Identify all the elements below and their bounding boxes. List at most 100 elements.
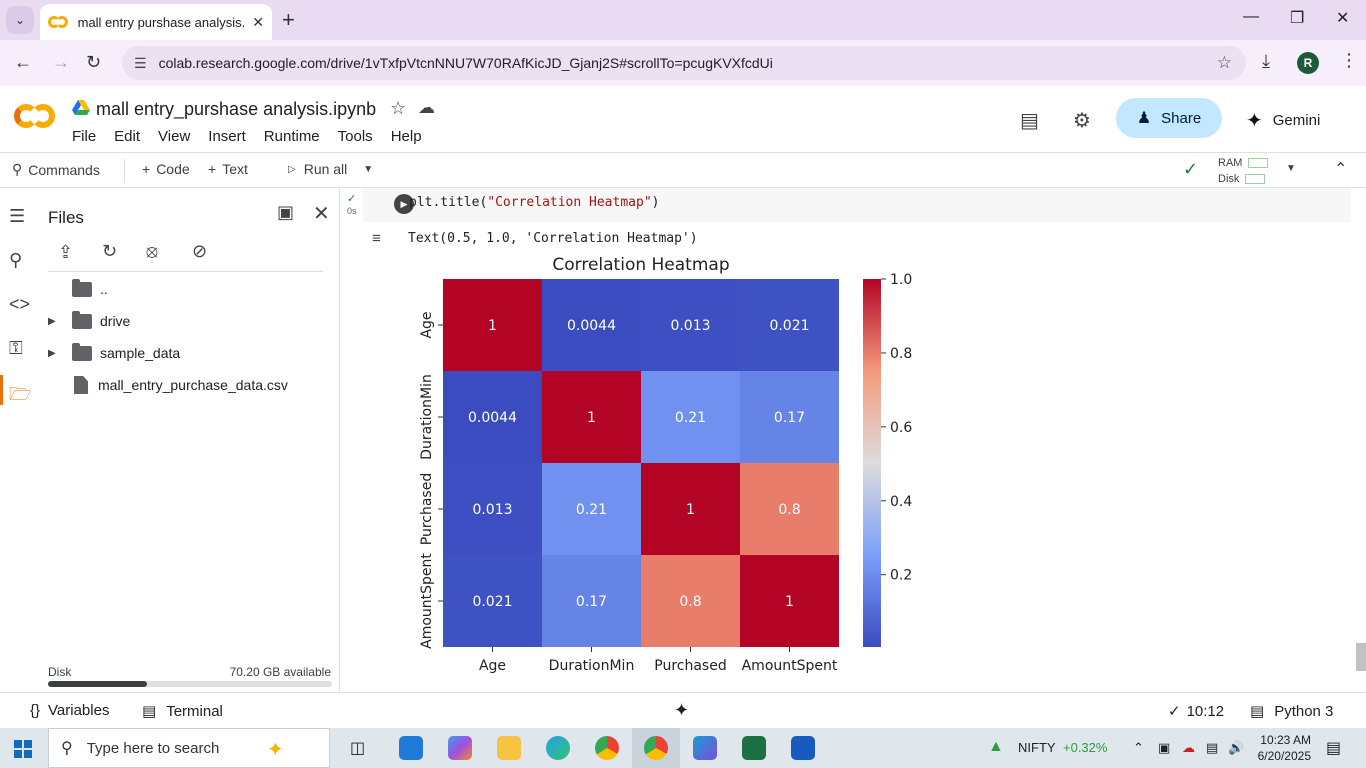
m365-icon[interactable] — [693, 736, 717, 760]
menu-tools[interactable]: Tools — [338, 128, 373, 145]
upload-file-icon[interactable]: ⇪ — [58, 242, 73, 263]
code-cell[interactable]: ▶ plt.title("Correlation Heatmap") — [363, 188, 1351, 222]
tree-item-drive[interactable]: ▶ drive — [48, 309, 130, 333]
nifty-label[interactable]: NIFTY — [1018, 740, 1056, 755]
add-text-button[interactable]: + Text — [208, 161, 248, 177]
check-icon: ✓ — [1168, 703, 1181, 720]
search-icon: ⚲ — [61, 740, 73, 757]
menu-edit[interactable]: Edit — [114, 128, 140, 145]
menu-runtime[interactable]: Runtime — [264, 128, 320, 145]
new-tab-icon[interactable]: + — [282, 8, 295, 32]
microsoft-store-icon[interactable] — [399, 736, 423, 760]
run-all-button[interactable]: ▷ Run all ▼ — [288, 161, 373, 177]
url-bar[interactable]: ☰ colab.research.google.com/drive/1vTxfp… — [122, 46, 1246, 80]
menu-view[interactable]: View — [158, 128, 190, 145]
colab-logo-icon[interactable] — [14, 102, 56, 130]
ram-label: RAM — [1218, 157, 1243, 169]
x-tick-label: DurationMin — [549, 658, 635, 674]
forward-icon[interactable]: → — [52, 52, 70, 73]
tree-item-label: sample_data — [100, 345, 181, 361]
close-window-icon[interactable]: ✕ — [1336, 8, 1349, 28]
windows-start-icon[interactable] — [14, 740, 32, 758]
runtime-icon: ▤ — [1250, 703, 1265, 720]
tab-search-chevron-icon[interactable]: ⌄ — [6, 6, 34, 34]
runtime-dropdown-icon[interactable]: ▼ — [1286, 163, 1296, 174]
share-button[interactable]: ♟ Share — [1116, 98, 1222, 138]
volume-icon[interactable]: 🔊 — [1228, 740, 1244, 756]
onedrive-icon[interactable]: ☁ — [1182, 740, 1195, 756]
nifty-change[interactable]: +0.32% — [1063, 740, 1107, 755]
heatmap-cell-label: 0.8 — [679, 594, 701, 610]
variables-button[interactable]: {} Variables — [30, 702, 109, 719]
collapse-header-icon[interactable]: ⌃ — [1334, 159, 1347, 179]
hide-files-icon[interactable]: ⊘ — [192, 241, 207, 262]
notebook-title[interactable]: mall entry_purshase analysis.ipynb — [96, 99, 376, 120]
bookmark-star-icon[interactable]: ☆ — [1217, 53, 1232, 73]
open-in-tab-icon[interactable]: ▣ — [277, 202, 294, 223]
taskbar-clock[interactable]: 10:23 AM 6/20/2025 — [1255, 732, 1311, 764]
notebook-scrollbar-thumb[interactable] — [1356, 643, 1366, 671]
notification-center-icon[interactable]: ▤ — [1326, 738, 1341, 758]
word-icon[interactable] — [791, 736, 815, 760]
files-folder-icon[interactable]: 🗁 — [9, 382, 31, 412]
find-icon[interactable]: ⚲ — [9, 250, 22, 271]
ram-disk-indicator[interactable]: RAM Disk — [1218, 155, 1269, 187]
tray-overflow-icon[interactable]: ⌃ — [1133, 740, 1144, 756]
network-icon[interactable]: ▤ — [1206, 740, 1218, 756]
expand-caret-icon[interactable]: ▶ — [48, 348, 62, 359]
back-icon[interactable]: ← — [14, 52, 32, 73]
folder-icon — [72, 310, 92, 329]
star-notebook-icon[interactable]: ☆ — [390, 98, 406, 119]
expand-caret-icon[interactable]: ▶ — [48, 316, 62, 327]
add-code-button[interactable]: + Code — [142, 161, 190, 177]
chrome-profile-icon[interactable] — [644, 736, 668, 760]
output-actions-icon[interactable]: ≡ — [372, 230, 381, 247]
restore-icon[interactable]: ❐ — [1290, 8, 1304, 28]
gemini-sparkle-icon[interactable]: ✦ — [674, 700, 689, 721]
menu-insert[interactable]: Insert — [208, 128, 246, 145]
execution-status[interactable]: ✓ 10:12 — [1168, 702, 1224, 721]
unmount-drive-icon[interactable]: ⦻ — [146, 241, 158, 262]
code-snippets-icon[interactable]: <> — [9, 294, 30, 315]
download-icon[interactable]: ⤓ — [1262, 51, 1270, 72]
site-info-icon[interactable]: ☰ — [134, 55, 147, 72]
heatmap-cell-label: 0.021 — [769, 318, 809, 334]
file-explorer-icon[interactable] — [497, 736, 521, 760]
code-line[interactable]: plt.title("Correlation Heatmap") — [409, 195, 659, 210]
browser-menu-icon[interactable]: ⋮ — [1340, 50, 1358, 71]
task-view-icon[interactable]: ◫ — [350, 738, 365, 758]
settings-gear-icon[interactable]: ⚙ — [1073, 108, 1091, 133]
minimize-icon[interactable]: — — [1243, 8, 1259, 26]
edge-icon[interactable] — [546, 736, 570, 760]
meet-now-icon[interactable]: ▣ — [1158, 740, 1170, 756]
heatmap-cell-label: 0.013 — [472, 502, 512, 518]
table-of-contents-icon[interactable]: ☰ — [9, 206, 25, 227]
people-icon: ♟ — [1136, 110, 1152, 127]
secrets-key-icon[interactable]: ⚿ — [9, 338, 23, 359]
close-panel-icon[interactable]: ✕ — [313, 201, 330, 226]
profile-avatar[interactable]: R — [1297, 52, 1319, 74]
terminal-button[interactable]: ▤ Terminal — [142, 702, 223, 721]
reload-icon[interactable]: ↻ — [86, 52, 101, 73]
commands-button[interactable]: ⚲ Commands — [12, 161, 100, 178]
chrome-icon[interactable] — [595, 736, 619, 760]
menu-file[interactable]: File — [72, 128, 96, 145]
y-tick-label: DurationMin — [419, 374, 435, 460]
gemini-button[interactable]: ✦ Gemini — [1246, 108, 1320, 133]
tree-item-sample-data[interactable]: ▶ sample_data — [48, 341, 180, 365]
file-icon — [74, 376, 88, 394]
run-all-dropdown-icon[interactable]: ▼ — [363, 164, 373, 175]
y-tick-label: AmountSpent — [419, 553, 435, 649]
tree-item-parent[interactable]: .. — [72, 277, 108, 301]
plus-icon: + — [142, 161, 151, 177]
browser-tab-active[interactable]: mall entry purshase analysis.ipy ✕ — [40, 4, 272, 40]
comments-icon[interactable]: ▤ — [1020, 108, 1039, 133]
menu-help[interactable]: Help — [391, 128, 422, 145]
runtime-type[interactable]: ▤ Python 3 — [1250, 702, 1333, 721]
taskbar-search-box[interactable]: ⚲ Type here to search ✦ — [48, 728, 330, 768]
tree-item-csv[interactable]: mall_entry_purchase_data.csv — [74, 373, 288, 397]
copilot-icon[interactable] — [448, 736, 472, 760]
tab-close-icon[interactable]: ✕ — [252, 14, 264, 31]
refresh-icon[interactable]: ↻ — [102, 241, 117, 262]
excel-icon[interactable] — [742, 736, 766, 760]
